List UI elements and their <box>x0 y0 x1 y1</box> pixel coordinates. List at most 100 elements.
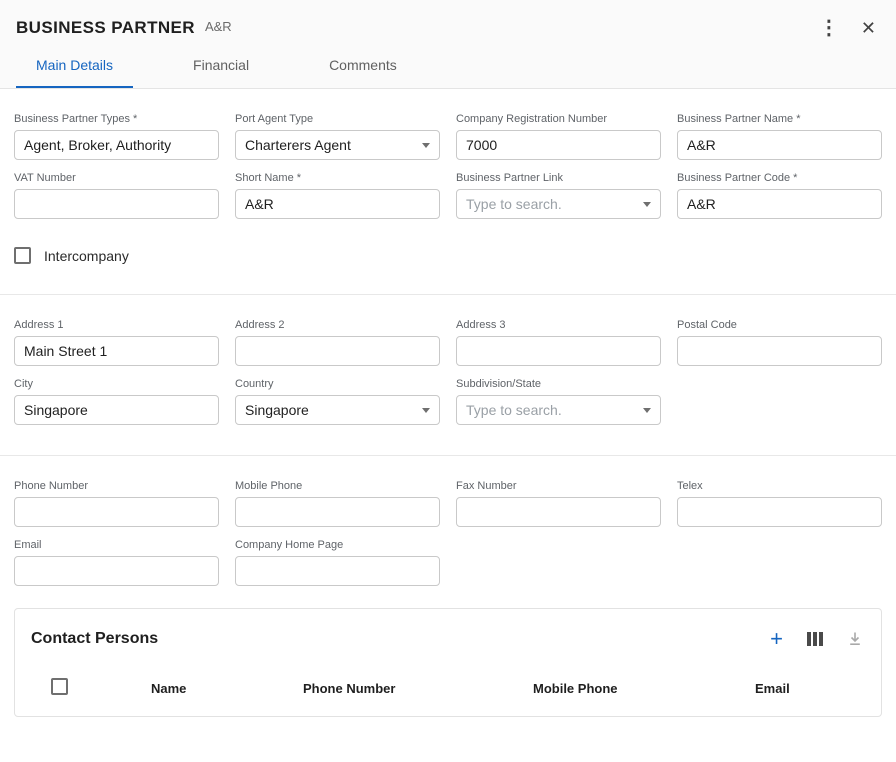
select-value: Charterers Agent <box>245 137 351 153</box>
column-header-mobile-phone: Mobile Phone <box>533 681 755 696</box>
partner-details-section: Business Partner Types * Port Agent Type… <box>0 89 896 219</box>
address1-input[interactable] <box>14 336 219 366</box>
phone-number-label: Phone Number <box>14 480 219 492</box>
field-address3: Address 3 <box>456 319 661 366</box>
phone-number-input[interactable] <box>14 497 219 527</box>
vat-number-input[interactable] <box>14 189 219 219</box>
company-registration-number-input[interactable] <box>456 130 661 160</box>
tab-financial[interactable]: Financial <box>173 44 269 88</box>
address1-label: Address 1 <box>14 319 219 331</box>
field-email: Email <box>14 539 219 586</box>
telex-input[interactable] <box>677 497 882 527</box>
mobile-phone-label: Mobile Phone <box>235 480 440 492</box>
chevron-down-icon <box>422 143 430 148</box>
address3-label: Address 3 <box>456 319 661 331</box>
company-home-page-input[interactable] <box>235 556 440 586</box>
field-business-partner-code: Business Partner Code * <box>677 172 882 219</box>
field-postal-code: Postal Code <box>677 319 882 366</box>
contact-persons-actions: + <box>770 628 863 650</box>
select-all-checkbox[interactable] <box>51 678 68 695</box>
business-partner-types-input[interactable] <box>14 130 219 160</box>
port-agent-type-select[interactable]: Charterers Agent <box>235 130 440 160</box>
field-vat-number: VAT Number <box>14 172 219 219</box>
field-business-partner-name: Business Partner Name * <box>677 113 882 160</box>
subdivision-state-label: Subdivision/State <box>456 378 661 390</box>
field-telex: Telex <box>677 480 882 527</box>
field-business-partner-link: Business Partner Link Type to search. <box>456 172 661 219</box>
business-partner-name-input[interactable] <box>677 130 882 160</box>
intercompany-checkbox[interactable] <box>14 247 31 264</box>
postal-code-input[interactable] <box>677 336 882 366</box>
city-label: City <box>14 378 219 390</box>
email-label: Email <box>14 539 219 551</box>
empty-cell <box>677 378 882 425</box>
chevron-down-icon <box>643 202 651 207</box>
subdivision-state-select[interactable]: Type to search. <box>456 395 661 425</box>
more-menu-icon[interactable]: ⋮ <box>819 18 839 38</box>
tab-comments[interactable]: Comments <box>309 44 417 88</box>
close-icon[interactable]: ✕ <box>861 19 876 37</box>
intercompany-row: Intercompany <box>0 219 896 264</box>
add-contact-person-button[interactable]: + <box>770 628 783 650</box>
business-partner-code-label: Business Partner Code * <box>677 172 882 184</box>
columns-icon[interactable] <box>807 632 823 646</box>
field-port-agent-type: Port Agent Type Charterers Agent <box>235 113 440 160</box>
view-columns-icon <box>807 632 823 646</box>
fax-number-label: Fax Number <box>456 480 661 492</box>
contact-info-section: Phone Number Mobile Phone Fax Number Tel… <box>0 456 896 586</box>
fax-number-input[interactable] <box>456 497 661 527</box>
mobile-phone-input[interactable] <box>235 497 440 527</box>
download-icon[interactable] <box>847 631 863 647</box>
company-registration-number-label: Company Registration Number <box>456 113 661 125</box>
email-input[interactable] <box>14 556 219 586</box>
field-phone-number: Phone Number <box>14 480 219 527</box>
address2-label: Address 2 <box>235 319 440 331</box>
company-home-page-label: Company Home Page <box>235 539 440 551</box>
short-name-input[interactable] <box>235 189 440 219</box>
field-address1: Address 1 <box>14 319 219 366</box>
column-header-phone-number: Phone Number <box>303 681 533 696</box>
address3-input[interactable] <box>456 336 661 366</box>
address2-input[interactable] <box>235 336 440 366</box>
field-country: Country Singapore <box>235 378 440 425</box>
page-title: BUSINESS PARTNER <box>16 18 195 38</box>
field-company-home-page: Company Home Page <box>235 539 440 586</box>
column-header-name: Name <box>151 681 303 696</box>
field-fax-number: Fax Number <box>456 480 661 527</box>
select-placeholder: Type to search. <box>466 402 562 418</box>
contact-persons-card: Contact Persons + Name Phone Number <box>14 608 882 717</box>
chevron-down-icon <box>422 408 430 413</box>
chevron-down-icon <box>643 408 651 413</box>
field-short-name: Short Name * <box>235 172 440 219</box>
contact-persons-title: Contact Persons <box>31 630 158 648</box>
tab-main-details[interactable]: Main Details <box>16 44 133 88</box>
intercompany-label: Intercompany <box>44 248 129 264</box>
business-partner-link-select[interactable]: Type to search. <box>456 189 661 219</box>
country-select[interactable]: Singapore <box>235 395 440 425</box>
telex-label: Telex <box>677 480 882 492</box>
business-partner-link-label: Business Partner Link <box>456 172 661 184</box>
select-placeholder: Type to search. <box>466 196 562 212</box>
field-city: City <box>14 378 219 425</box>
field-business-partner-types: Business Partner Types * <box>14 113 219 160</box>
field-address2: Address 2 <box>235 319 440 366</box>
select-all-cell <box>31 678 151 698</box>
business-partner-code-input[interactable] <box>677 189 882 219</box>
country-label: Country <box>235 378 440 390</box>
field-company-registration-number: Company Registration Number <box>456 113 661 160</box>
tab-bar: Main Details Financial Comments <box>0 44 896 88</box>
city-input[interactable] <box>14 395 219 425</box>
short-name-label: Short Name * <box>235 172 440 184</box>
header-actions: ⋮ ✕ <box>819 18 876 38</box>
main-details-panel: Business Partner Types * Port Agent Type… <box>0 89 896 717</box>
contact-persons-table-header: Name Phone Number Mobile Phone Email <box>15 664 881 716</box>
dialog-header: BUSINESS PARTNER A&R ⋮ ✕ Main Details Fi… <box>0 0 896 89</box>
business-partner-name-label: Business Partner Name * <box>677 113 882 125</box>
empty-cell <box>456 539 661 586</box>
port-agent-type-label: Port Agent Type <box>235 113 440 125</box>
field-mobile-phone: Mobile Phone <box>235 480 440 527</box>
postal-code-label: Postal Code <box>677 319 882 331</box>
vat-number-label: VAT Number <box>14 172 219 184</box>
title-row: BUSINESS PARTNER A&R ⋮ ✕ <box>0 0 896 38</box>
address-section: Address 1 Address 2 Address 3 Postal Cod… <box>0 295 896 425</box>
